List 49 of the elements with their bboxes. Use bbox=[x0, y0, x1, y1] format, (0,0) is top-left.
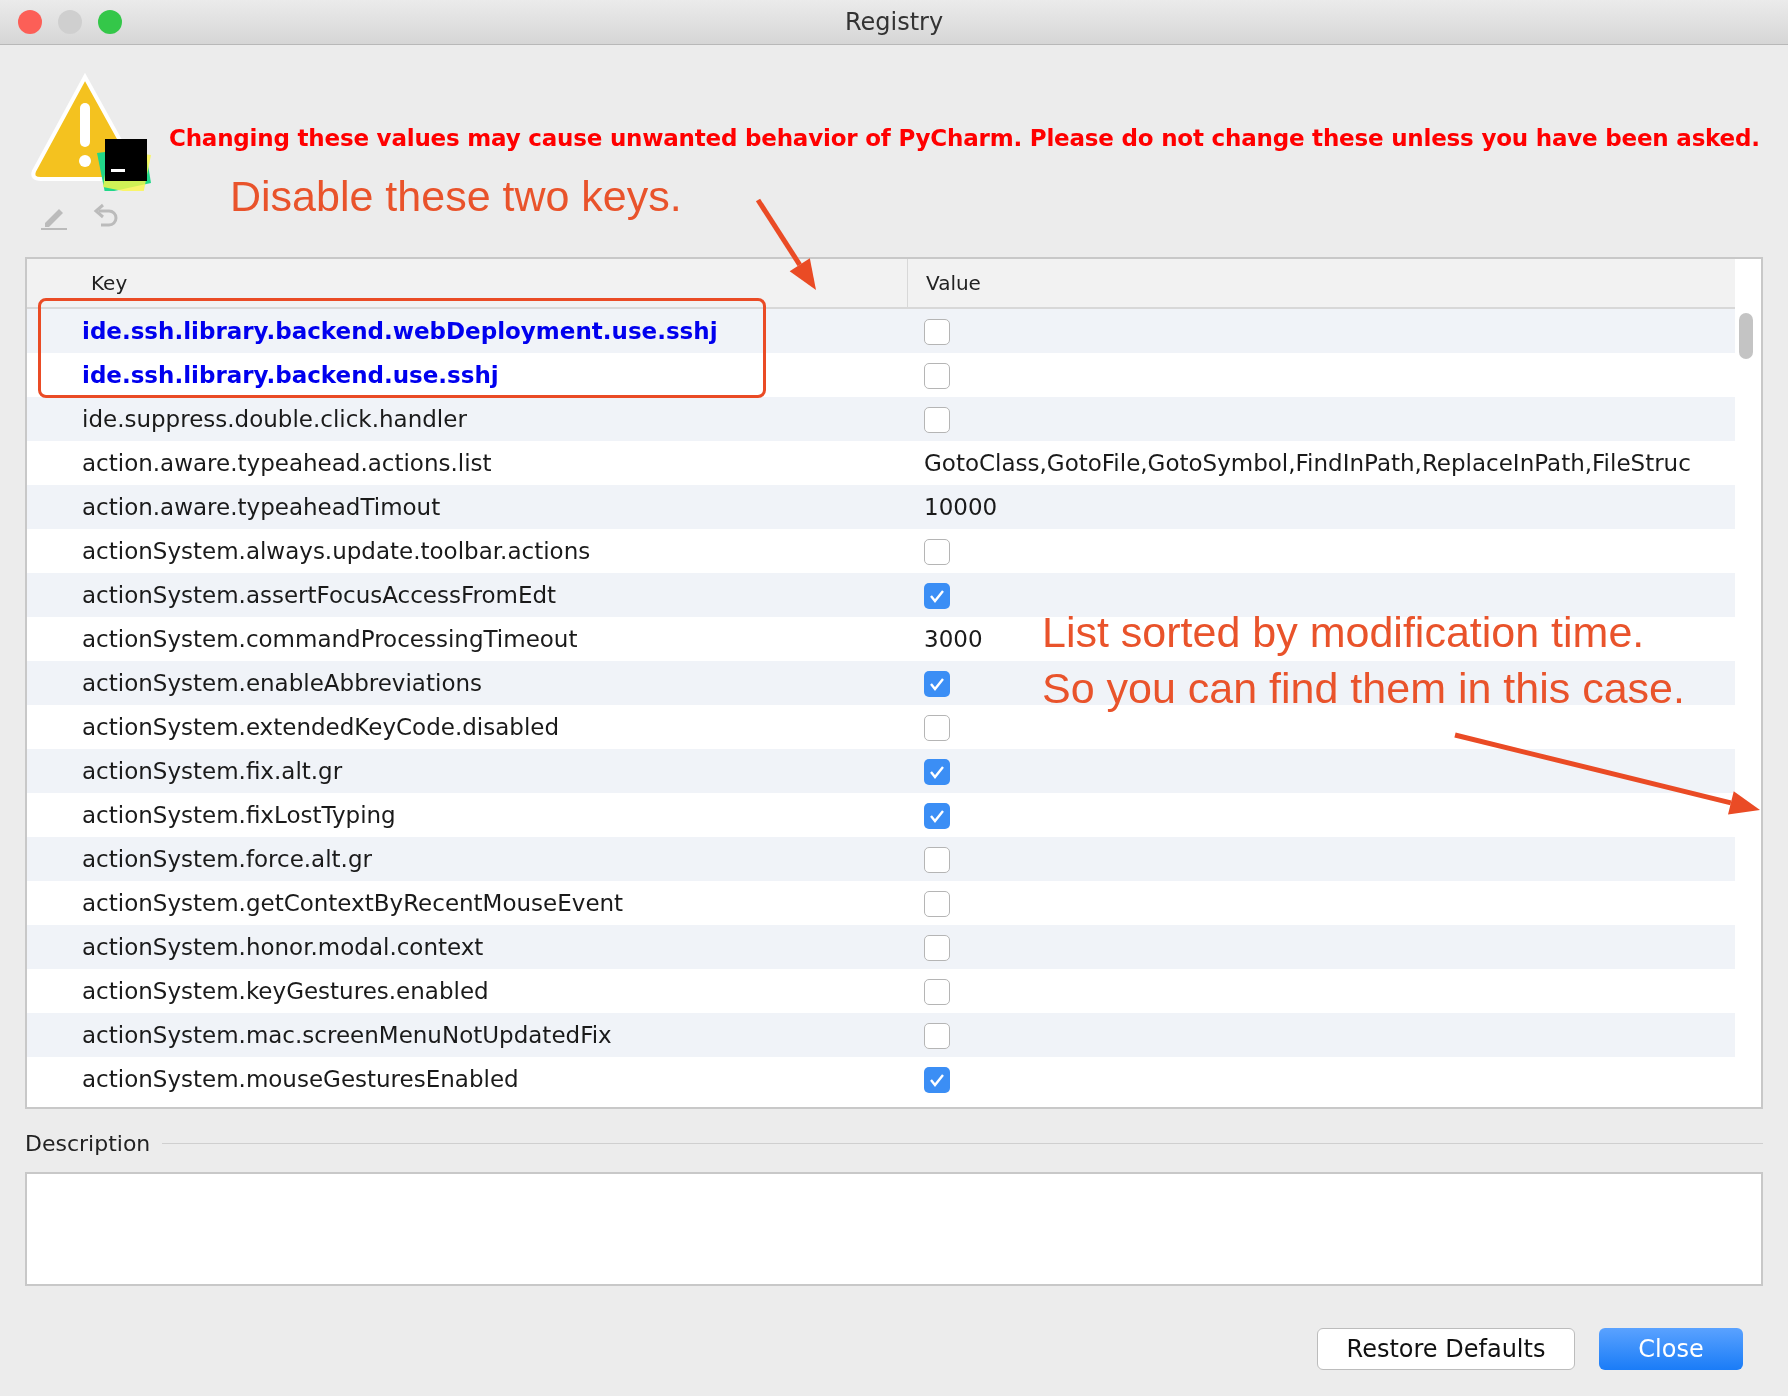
value-checkbox[interactable] bbox=[924, 1066, 950, 1093]
value-checkbox[interactable] bbox=[924, 890, 950, 917]
restore-defaults-button[interactable]: Restore Defaults bbox=[1317, 1328, 1575, 1370]
column-header[interactable]: Key bbox=[27, 259, 907, 307]
annotation-text: List sorted by modification time. bbox=[1042, 608, 1645, 657]
value-checkbox[interactable] bbox=[924, 758, 950, 785]
registry-key: ide.ssh.library.backend.webDeployment.use.sshj bbox=[27, 318, 907, 344]
description-label: Description bbox=[25, 1131, 151, 1156]
registry-key: actionSystem.honor.modal.context bbox=[27, 934, 907, 960]
column-header[interactable]: Value bbox=[907, 259, 1735, 307]
registry-value: 3000 bbox=[924, 626, 983, 652]
registry-key: ide.ssh.library.backend.use.sshj bbox=[27, 362, 907, 388]
registry-key: actionSystem.enableAbbreviations bbox=[27, 670, 907, 696]
value-checkbox[interactable] bbox=[924, 978, 950, 1005]
registry-key: action.aware.typeahead.actions.list bbox=[27, 450, 907, 476]
warning-message: Changing these values may cause unwanted behavior of PyCharm. Please do not change these unless you have been asked. bbox=[169, 125, 1760, 151]
value-checkbox[interactable] bbox=[924, 406, 950, 433]
window-title: Registry bbox=[844, 8, 944, 36]
registry-key: actionSystem.mouseGesturesEnabled bbox=[27, 1066, 907, 1092]
value-checkbox[interactable] bbox=[924, 538, 950, 565]
registry-key: actionSystem.force.alt.gr bbox=[27, 846, 907, 872]
value-checkbox[interactable] bbox=[924, 846, 950, 873]
registry-value: 10000 bbox=[924, 494, 998, 520]
registry-value: GotoClass,GotoFile,GotoSymbol,FindInPath,ReplaceInPath,FileStruc bbox=[924, 450, 1691, 476]
value-checkbox[interactable] bbox=[924, 318, 950, 345]
registry-key: actionSystem.assertFocusAccessFromEdt bbox=[27, 582, 907, 608]
value-checkbox[interactable] bbox=[924, 670, 950, 697]
registry-key: actionSystem.always.update.toolbar.actions bbox=[27, 538, 907, 564]
value-checkbox[interactable] bbox=[924, 582, 950, 609]
registry-key: action.aware.typeaheadTimout bbox=[27, 494, 907, 520]
value-checkbox[interactable] bbox=[924, 714, 950, 741]
registry-key: ide.suppress.double.click.handler bbox=[27, 406, 907, 432]
registry-key: actionSystem.keyGestures.enabled bbox=[27, 978, 907, 1004]
registry-key: actionSystem.fix.alt.gr bbox=[27, 758, 907, 784]
registry-key: actionSystem.getContextByRecentMouseEvent bbox=[27, 890, 907, 916]
annotation-text: So you can find them in this case. bbox=[1042, 664, 1685, 713]
annotation-text: Disable these two keys. bbox=[230, 172, 682, 221]
registry-key: actionSystem.commandProcessingTimeout bbox=[27, 626, 907, 652]
registry-key: actionSystem.fixLostTyping bbox=[27, 802, 907, 828]
scrollbar-thumb[interactable] bbox=[1739, 313, 1753, 359]
registry-key: actionSystem.mac.screenMenuNotUpdatedFix bbox=[27, 1022, 907, 1048]
value-checkbox[interactable] bbox=[924, 934, 950, 961]
maximize-window-button[interactable] bbox=[98, 10, 122, 34]
registry-key: actionSystem.extendedKeyCode.disabled bbox=[27, 714, 907, 740]
minimize-window-button[interactable] bbox=[58, 10, 82, 34]
close-window-button[interactable] bbox=[18, 10, 42, 34]
value-checkbox[interactable] bbox=[924, 802, 950, 829]
value-checkbox[interactable] bbox=[924, 362, 950, 389]
value-checkbox[interactable] bbox=[924, 1022, 950, 1049]
